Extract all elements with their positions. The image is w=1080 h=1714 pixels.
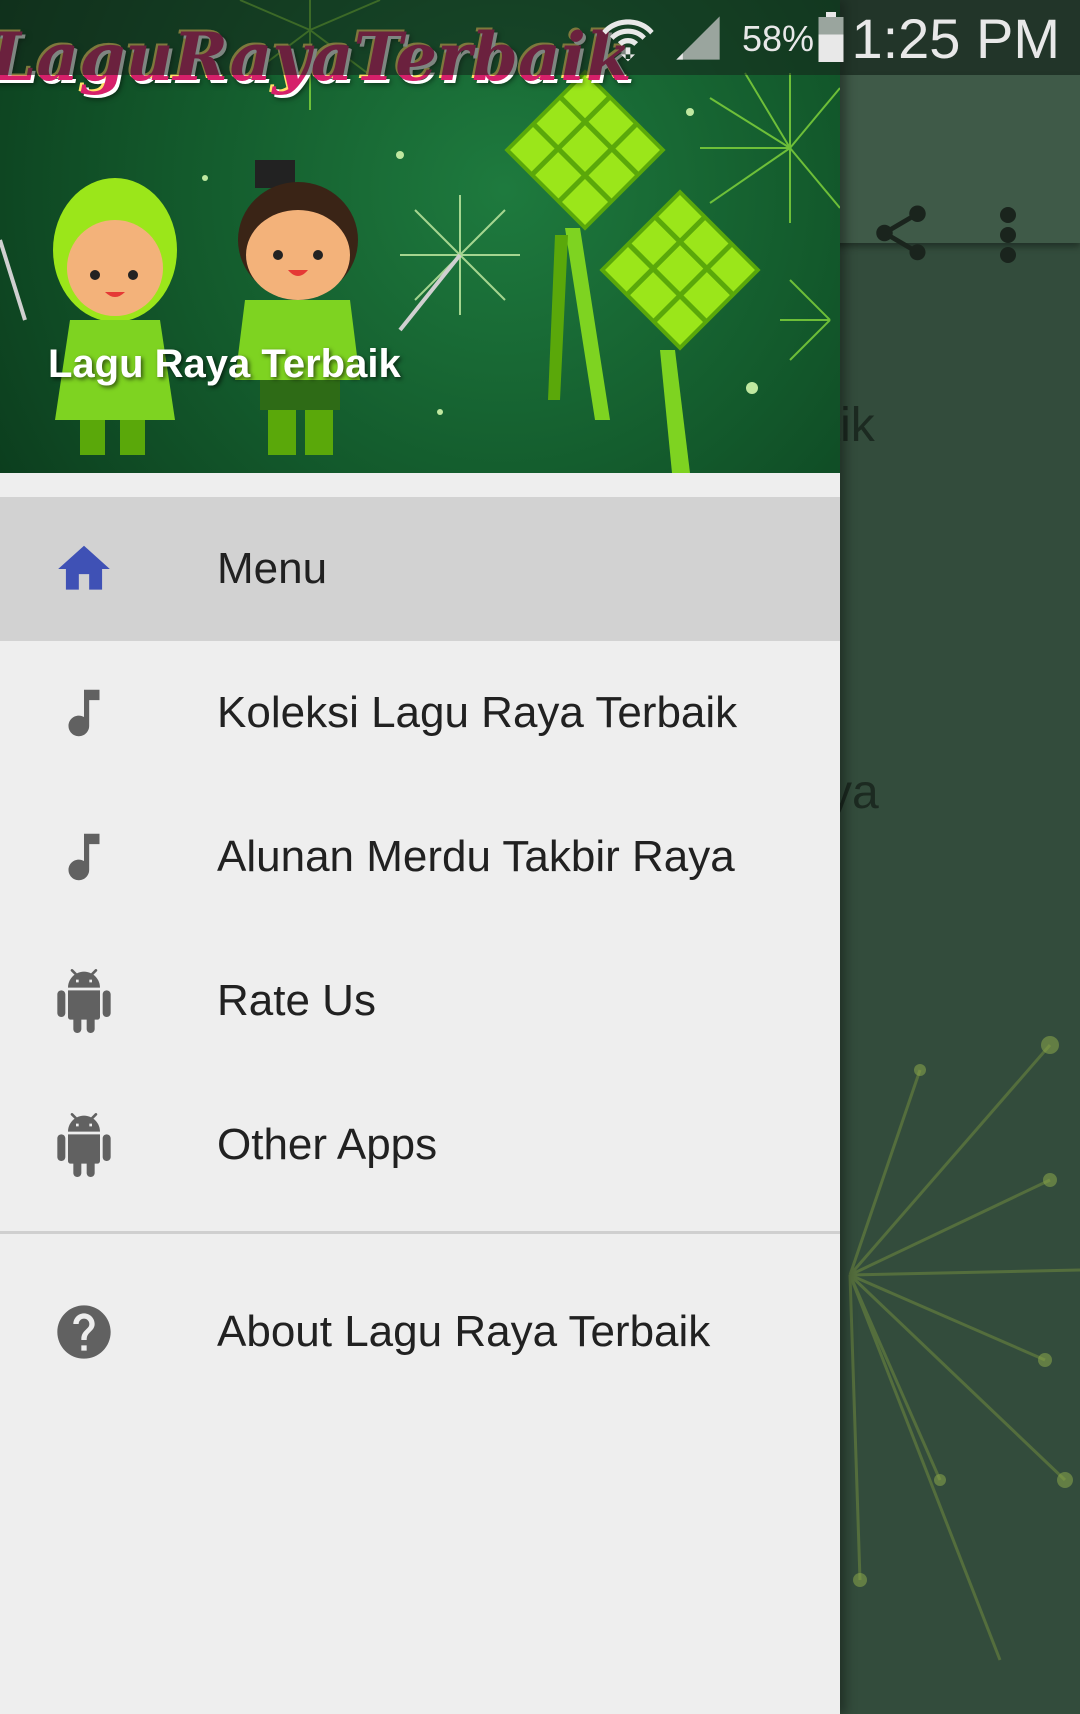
battery-icon bbox=[818, 12, 844, 62]
drawer-item-takbir-raya[interactable]: Alunan Merdu Takbir Raya bbox=[0, 785, 840, 929]
wifi-icon bbox=[602, 19, 654, 62]
drawer-item-label: About Lagu Raya Terbaik bbox=[217, 1307, 711, 1356]
drawer-item-label: Alunan Merdu Takbir Raya bbox=[217, 832, 735, 881]
android-icon bbox=[52, 1113, 116, 1177]
drawer-item-label: Other Apps bbox=[217, 1120, 438, 1169]
music-note-icon bbox=[52, 825, 116, 889]
status-time: 1:25 PM bbox=[851, 7, 1060, 70]
drawer-item-koleksi-lagu[interactable]: Koleksi Lagu Raya Terbaik bbox=[0, 641, 840, 785]
navigation-drawer: LaguRayaTerbaik Lagu Raya Terbaik Menu K… bbox=[0, 0, 840, 1714]
drawer-item-about[interactable]: About Lagu Raya Terbaik bbox=[0, 1248, 840, 1416]
drawer-item-rate-us[interactable]: Rate Us bbox=[0, 929, 840, 1073]
music-note-icon bbox=[52, 681, 116, 745]
drawer-item-label: Rate Us bbox=[217, 976, 376, 1025]
drawer-item-label: Koleksi Lagu Raya Terbaik bbox=[217, 688, 738, 737]
battery-percent: 58% bbox=[742, 18, 815, 59]
signal-icon bbox=[676, 16, 720, 60]
drawer-divider bbox=[0, 1231, 840, 1234]
drawer-header-title: Lagu Raya Terbaik bbox=[48, 342, 401, 386]
help-icon bbox=[52, 1300, 116, 1364]
more-vert-icon[interactable] bbox=[990, 205, 1026, 265]
drawer-item-menu[interactable]: Menu bbox=[0, 497, 840, 641]
drawer-item-other-apps[interactable]: Other Apps bbox=[0, 1073, 840, 1217]
drawer-item-label: Menu bbox=[217, 544, 328, 593]
drawer-menu: Menu Koleksi Lagu Raya Terbaik Alunan Me… bbox=[0, 497, 840, 1416]
home-icon bbox=[52, 537, 116, 601]
android-icon bbox=[52, 969, 116, 1033]
status-bar: 58% 1:25 PM bbox=[0, 0, 1080, 75]
share-icon[interactable] bbox=[868, 200, 934, 266]
